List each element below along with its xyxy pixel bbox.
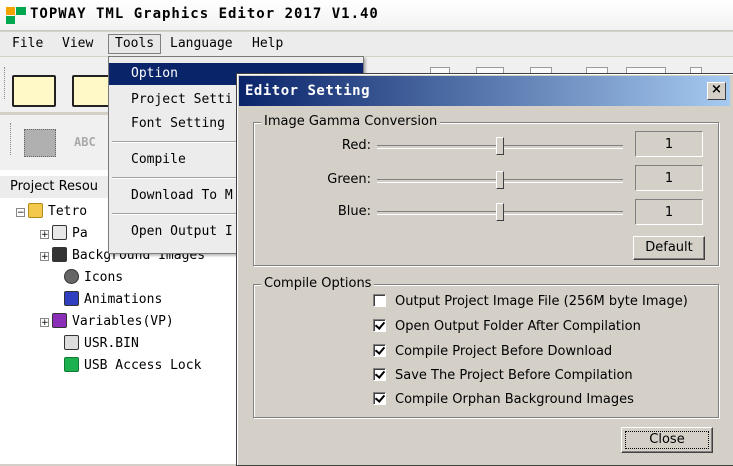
checkbox[interactable]	[373, 392, 386, 405]
tree-item-pages[interactable]: Pa	[52, 224, 88, 244]
tree-item-icons[interactable]: Icons	[64, 268, 123, 288]
blue-slider-thumb[interactable]	[496, 203, 504, 221]
expand-icon[interactable]: +	[40, 252, 49, 262]
compile-options-title: Compile Options	[261, 276, 375, 291]
red-slider-thumb[interactable]	[496, 137, 504, 155]
option-save-before-compile[interactable]: Save The Project Before Compilation	[373, 366, 633, 386]
menu-view[interactable]: View	[56, 35, 99, 53]
checkbox[interactable]	[373, 368, 386, 381]
red-label: Red:	[341, 138, 371, 153]
toolbar-grip[interactable]	[10, 123, 14, 155]
green-value: 1	[635, 165, 703, 191]
menu-language[interactable]: Language	[164, 35, 239, 53]
option-compile-orphan-backgrounds[interactable]: Compile Orphan Background Images	[373, 390, 634, 410]
blue-value: 1	[635, 199, 703, 225]
app-title: TOPWAY TML Graphics Editor 2017 V1.40	[30, 6, 379, 22]
checkbox[interactable]	[373, 319, 386, 332]
toolbar-grip[interactable]	[4, 67, 8, 99]
variable-icon	[52, 313, 67, 328]
green-label: Green:	[327, 172, 371, 187]
dialog-title: Editor Setting	[245, 83, 371, 99]
app-logo-icon	[6, 7, 26, 24]
menubar: File View Tools Language Help	[0, 32, 733, 56]
collapse-icon[interactable]: −	[16, 208, 25, 218]
red-value: 1	[635, 131, 703, 157]
menu-tools[interactable]: Tools	[108, 34, 162, 54]
default-button[interactable]: Default	[633, 236, 705, 260]
tree-item-variables[interactable]: Variables(VP)	[52, 312, 174, 332]
page-icon	[52, 225, 67, 240]
green-slider-thumb[interactable]	[496, 171, 504, 189]
option-output-image[interactable]: Output Project Image File (256M byte Ima…	[373, 292, 688, 312]
dialog-titlebar[interactable]: Editor Setting ×	[239, 76, 730, 106]
expand-icon[interactable]: +	[40, 318, 49, 328]
close-button[interactable]: Close	[621, 427, 713, 453]
menu-file[interactable]: File	[6, 35, 49, 53]
image-icon	[52, 247, 67, 262]
menu-help[interactable]: Help	[246, 35, 289, 53]
animation-icon	[64, 291, 79, 306]
checkbox[interactable]	[373, 294, 386, 307]
folder-icon	[28, 203, 43, 218]
tree-item-usb-lock[interactable]: USB Access Lock	[64, 356, 201, 376]
abc-text-icon[interactable]: ABC	[74, 135, 96, 149]
option-open-output-folder[interactable]: Open Output Folder After Compilation	[373, 317, 641, 337]
new-project-icon[interactable]	[12, 75, 56, 107]
element-chip-icon[interactable]	[24, 129, 56, 157]
blue-label: Blue:	[337, 204, 371, 219]
icons-icon	[64, 269, 79, 284]
close-icon[interactable]: ×	[707, 82, 726, 100]
expand-icon[interactable]: +	[40, 230, 49, 240]
file-icon	[64, 335, 79, 350]
editor-setting-dialog: Editor Setting × Image Gamma Conversion …	[236, 73, 733, 466]
tree-item-animations[interactable]: Animations	[64, 290, 162, 310]
tree-root[interactable]: Tetro	[28, 202, 87, 222]
app-titlebar: TOPWAY TML Graphics Editor 2017 V1.40	[0, 0, 733, 31]
checkbox[interactable]	[373, 344, 386, 357]
option-compile-before-download[interactable]: Compile Project Before Download	[373, 342, 612, 362]
tree-item-usr-bin[interactable]: USR.BIN	[64, 334, 139, 354]
gamma-group-title: Image Gamma Conversion	[261, 114, 441, 129]
usb-icon	[64, 357, 79, 372]
